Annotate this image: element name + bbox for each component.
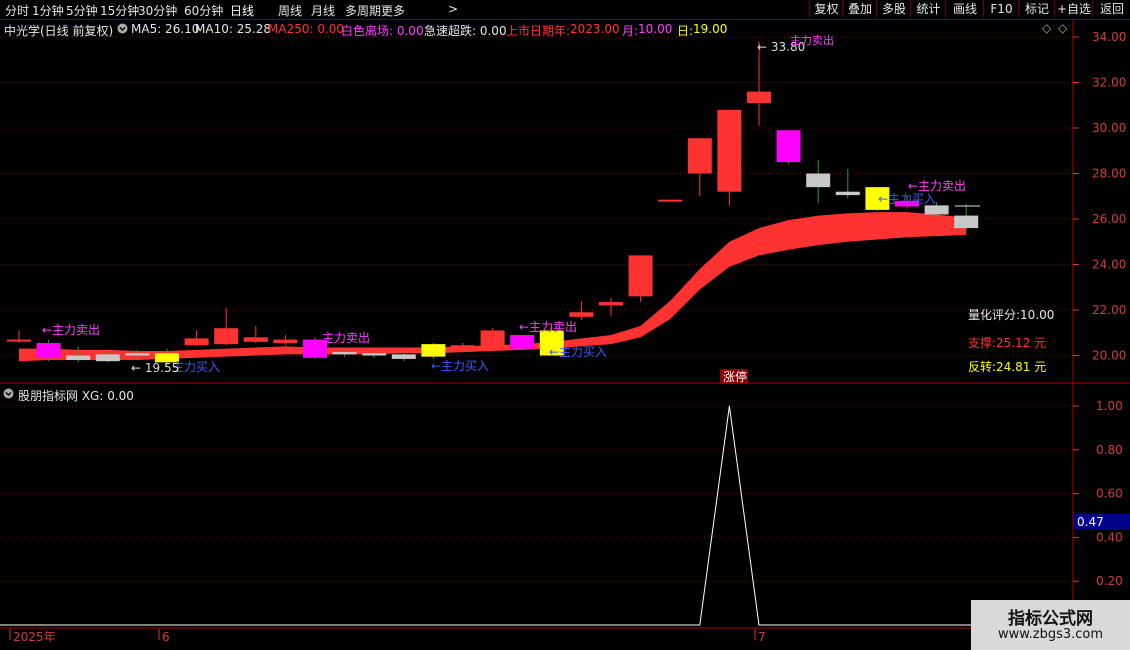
price-tick-label-4: 26.00 xyxy=(1092,212,1126,226)
ind-tick-label-2: 0.60 xyxy=(1096,487,1123,501)
candle-body-32 xyxy=(954,215,979,229)
price-tick-label-5: 24.00 xyxy=(1092,258,1126,272)
buy-label-3: ←主力买入 xyxy=(549,345,607,359)
sell-label-2: 主力卖出 xyxy=(322,331,370,345)
indicator-panel xyxy=(0,405,1073,626)
candle-body-9 xyxy=(273,339,298,343)
date-m6-label: 6 xyxy=(162,630,170,644)
candle-body-3 xyxy=(95,354,120,362)
quant-score: 量化评分:10.00 xyxy=(968,308,1055,322)
ind-tick-label-1: 0.80 xyxy=(1096,443,1123,457)
ind-tick-label-3: 0.40 xyxy=(1096,530,1123,544)
price-axis: 34.00 32.00 30.00 28.00 26.00 24.00 22.00 20.00… xyxy=(1073,30,1130,588)
candles xyxy=(7,41,979,366)
watermark-title: 指标公式网 xyxy=(1008,609,1093,629)
candle-body-8 xyxy=(243,337,268,342)
candle-body-16 xyxy=(480,330,505,349)
candle-body-22 xyxy=(658,199,683,202)
candle-body-15 xyxy=(451,345,475,349)
candle-body-14 xyxy=(421,344,446,357)
candle-body-2 xyxy=(66,355,91,361)
price-tick-label-3: 28.00 xyxy=(1092,167,1126,181)
price-tick-label-7: 20.00 xyxy=(1092,349,1126,363)
price-tick-label-2: 30.00 xyxy=(1092,121,1126,135)
indicator-toggle-icon[interactable] xyxy=(3,387,14,401)
candle-body-17 xyxy=(510,335,535,349)
zhangting-label: 涨停 xyxy=(723,369,747,384)
buy-label-2: ←主力买入 xyxy=(431,359,489,373)
candle-body-4 xyxy=(125,353,150,356)
candle-body-0 xyxy=(7,339,31,342)
candle-body-31 xyxy=(924,205,949,215)
candle-body-11 xyxy=(332,352,357,355)
candle-body-20 xyxy=(599,302,623,306)
candle-body-12 xyxy=(362,353,387,356)
indicator-title: 股朋指标网 XG: 0.00 xyxy=(18,389,134,403)
date-m7-label: 7 xyxy=(758,630,766,644)
price-tick-label-1: 32.00 xyxy=(1092,76,1126,90)
candle-body-25 xyxy=(747,91,771,103)
candle-body-1 xyxy=(36,342,61,358)
sell-label-4: ←主力卖出 xyxy=(908,179,966,193)
low-price-label: ← 19.55 xyxy=(131,361,179,375)
candle-body-28 xyxy=(835,191,860,196)
candle-body-6 xyxy=(184,338,209,346)
price-tick-label-6: 22.00 xyxy=(1092,303,1126,317)
buy-label-4: ←主力买入 xyxy=(878,192,936,206)
kline-chart: ←主力卖出主力卖出←主力卖出←主力卖出主力买入 ←主力买入←主力买入←主力买入← … xyxy=(0,20,1130,644)
ind-tick-label-4: 0.20 xyxy=(1096,574,1123,588)
xg-line xyxy=(0,405,1073,626)
candle-body-27 xyxy=(806,173,831,188)
price-tick-label-0: 34.00 xyxy=(1092,30,1126,44)
candle-body-13 xyxy=(391,354,416,359)
candle-body-21 xyxy=(628,255,653,297)
signal-labels: ←主力卖出主力卖出←主力卖出←主力卖出主力买入 ←主力买入←主力买入←主力买入← … xyxy=(42,33,980,384)
support-value: 支撑:25.12 元 xyxy=(968,336,1047,350)
candle-body-7 xyxy=(214,328,239,345)
candle-body-23 xyxy=(687,138,712,174)
candle-body-26 xyxy=(776,130,801,163)
date-year-label: 2025年 xyxy=(13,630,56,644)
candle-body-24 xyxy=(717,109,742,192)
date-axis: 2025年 6 7 xyxy=(9,629,766,644)
ind-tick-label-0: 1.00 xyxy=(1096,399,1123,413)
ind-current-label: 0.47 xyxy=(1077,515,1104,529)
reversal-value: 反转:24.81 元 xyxy=(968,360,1047,374)
sell-label-1: ←主力卖出 xyxy=(42,323,100,337)
sell-label-top: 主力卖出 xyxy=(790,33,834,47)
candle-body-19 xyxy=(569,312,594,317)
watermark-url: www.zbgs3.com xyxy=(997,627,1104,642)
sell-label-3: ←主力卖出 xyxy=(519,320,577,334)
watermark: 指标公式网 www.zbgs3.com xyxy=(971,600,1130,650)
